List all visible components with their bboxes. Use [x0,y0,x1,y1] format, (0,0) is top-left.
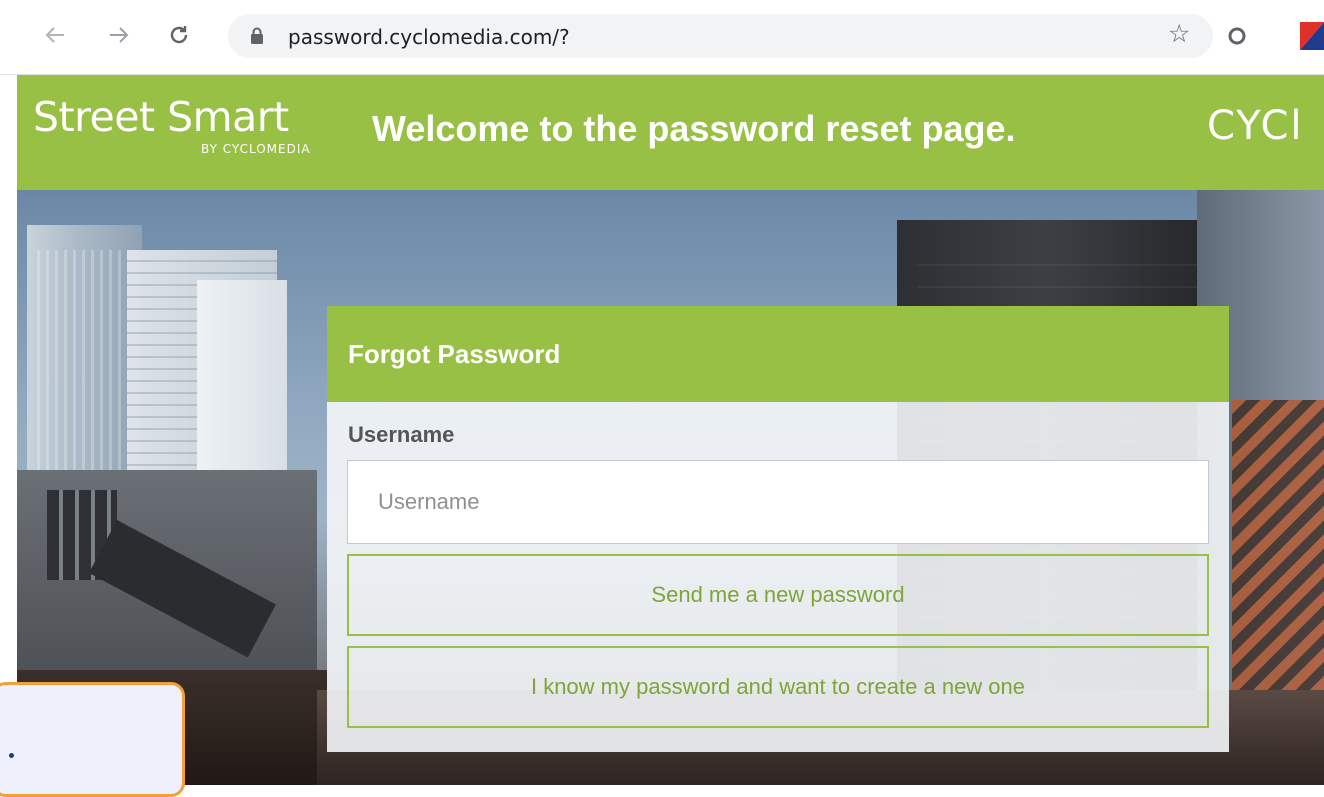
page-content: Street Smart BY CYCLOMEDIA Welcome to th… [17,75,1324,785]
bookmark-star-icon[interactable]: ☆ [1168,19,1190,49]
lock-icon [250,27,264,50]
logo-word-street: Street [33,93,155,141]
logo-subtitle: BY CYCLOMEDIA [201,142,311,156]
arrow-left-icon[interactable] [38,18,72,52]
card-body: Username Send me a new password I know m… [327,402,1229,752]
forgot-password-card: Forgot Password Username Send me a new p… [327,306,1229,756]
extension-flag-icon[interactable] [1300,22,1324,55]
reload-icon[interactable] [162,18,196,52]
url-text[interactable]: password.cyclomedia.com/? [288,25,570,49]
card-title: Forgot Password [327,306,1229,402]
page-title: Welcome to the password reset page. [372,108,1016,149]
streetsmart-logo[interactable]: Street Smart BY CYCLOMEDIA [33,93,310,156]
arrow-right-icon[interactable] [102,18,136,52]
address-bar[interactable]: password.cyclomedia.com/? [228,14,1213,58]
extension-circle-icon[interactable] [1227,26,1247,51]
send-new-password-button[interactable]: Send me a new password [347,554,1209,636]
overlay-dot [9,753,14,758]
username-label: Username [348,422,455,447]
site-header: Street Smart BY CYCLOMEDIA Welcome to th… [17,75,1324,190]
overlay-popup[interactable] [0,682,185,797]
logo-word-smart: Smart [167,93,289,141]
create-new-password-button[interactable]: I know my password and want to create a … [347,646,1209,728]
username-input[interactable] [347,460,1209,544]
cyclomedia-brand: CYCl [1207,103,1304,149]
browser-toolbar: password.cyclomedia.com/? ☆ [0,0,1324,75]
